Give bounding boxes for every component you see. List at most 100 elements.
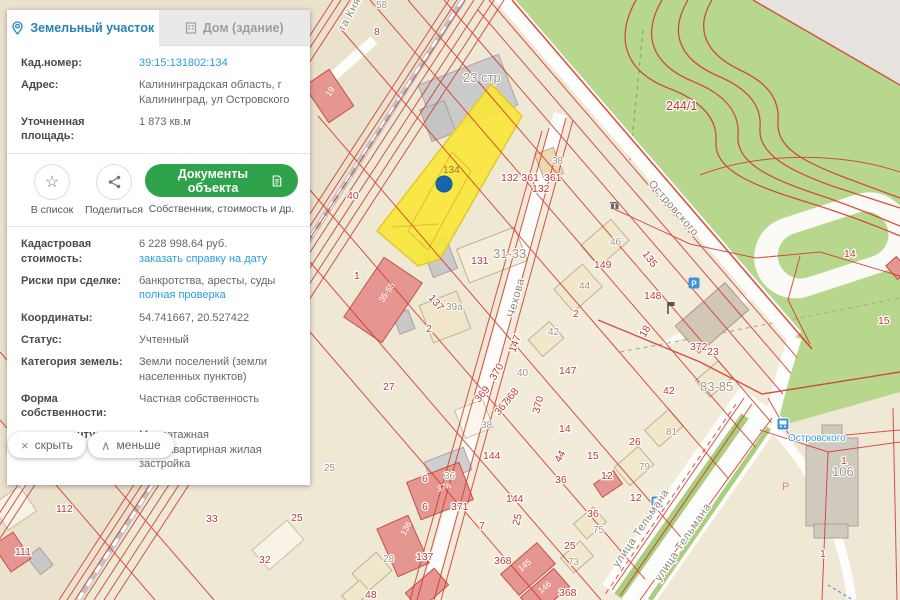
info-row: Уточненная площадь: 1 873 кв.м — [21, 115, 298, 144]
map-label: 42 — [663, 385, 675, 397]
info-row: Кадастровая стоимость: 6 228 998.64 руб.… — [21, 237, 298, 266]
map-label: 28 — [383, 554, 395, 565]
bus-stop-icon[interactable] — [777, 418, 789, 430]
order-certificate-link[interactable]: заказать справку на дату — [139, 252, 267, 266]
map-label: 7 — [479, 520, 485, 532]
building-icon — [185, 22, 197, 34]
map-label: 25 — [291, 512, 303, 524]
parcel-info-panel: Земельный участок Дом (здание) Кад.номер… — [7, 10, 310, 485]
map-label: 25 — [324, 463, 336, 474]
map-label: 48 — [365, 589, 377, 600]
map-label: 368 — [494, 555, 512, 567]
map-label: 83-85 — [700, 379, 733, 394]
map-label: 6 — [422, 473, 428, 485]
collapse-panel-button[interactable]: ∧ меньше — [88, 432, 174, 458]
map-label: 6 — [422, 501, 428, 513]
map-label: 2 — [426, 323, 432, 335]
map-label: 2 — [573, 308, 579, 320]
map-label: 23 стр — [463, 70, 501, 85]
map-label: 131 — [471, 255, 489, 267]
action-bar: ☆ В список Поделиться Документы объекта — [21, 164, 298, 216]
tab-label: Земельный участок — [30, 21, 154, 35]
map-label: 134 — [443, 165, 460, 176]
map-label: Р — [782, 481, 789, 493]
map-label: 144 — [483, 450, 501, 462]
map-label: 371 — [451, 501, 469, 513]
hide-panel-button[interactable]: × скрыть — [8, 432, 86, 458]
map-label: 132 — [532, 183, 550, 195]
add-to-list-button[interactable]: ☆ В список — [21, 164, 83, 216]
map-label: 58 — [376, 0, 388, 11]
map-label: 42 — [548, 327, 560, 338]
map-label: 137 — [416, 551, 434, 563]
map-label: 148 — [644, 290, 662, 302]
map-label: 79 — [639, 462, 651, 473]
map-label: 15 — [587, 450, 599, 462]
map-label: 14 — [844, 248, 856, 260]
map-label: 149 — [594, 259, 612, 271]
map-label: 36 — [587, 508, 599, 520]
map-label: 32 — [259, 554, 271, 566]
map-label: 1 — [841, 455, 847, 467]
map-label: 40 — [347, 190, 359, 202]
close-icon: × — [21, 439, 29, 452]
map-label: 23 — [707, 346, 719, 358]
tab-building[interactable]: Дом (здание) — [159, 10, 311, 46]
docs-caption: Собственник, стоимость и др. — [145, 203, 298, 215]
svg-text:Р: Р — [691, 280, 697, 289]
map-label: 73 — [568, 557, 580, 568]
map-label: 8 — [374, 26, 380, 38]
map-label: 36 — [555, 474, 567, 486]
info-row: Координаты: 54.741667, 20.527422 — [21, 311, 298, 325]
parking-icon: Р — [689, 278, 700, 289]
star-icon: ☆ — [45, 172, 59, 192]
location-pin-icon — [11, 21, 24, 35]
info-row: Статус: Учтенный — [21, 333, 298, 347]
map-label: 147 — [559, 365, 577, 377]
info-row: Адрес: Калининградская область, г Калини… — [21, 78, 298, 107]
info-row: Категория земель: Земли поселений (земли… — [21, 355, 298, 384]
tab-label: Дом (здание) — [203, 21, 284, 35]
app-window: Р та КнязеваОстровскогоЧеховаулица Тельм… — [0, 0, 900, 600]
map-label: 33 — [206, 513, 218, 525]
map-label: 15 — [878, 315, 890, 327]
map-label: 75 — [593, 525, 605, 536]
map-label: 31-33 — [493, 246, 526, 261]
share-icon — [108, 175, 121, 189]
map-label: 26 — [629, 436, 641, 448]
share-button[interactable]: Поделиться — [83, 164, 145, 216]
map-label: 25 — [564, 540, 576, 552]
map-label: 38 — [481, 420, 493, 431]
map-label: 81 — [666, 427, 678, 438]
map-label: 368 — [559, 587, 577, 599]
parcel-marker[interactable] — [436, 176, 452, 192]
info-row: Риски при сделке: банкротства, аресты, с… — [21, 274, 298, 303]
map-label: 1 — [354, 270, 360, 282]
chevron-up-icon: ∧ — [101, 439, 111, 452]
divider — [7, 226, 310, 227]
full-check-link[interactable]: полная проверка — [139, 288, 226, 302]
map-label: 38 — [552, 156, 564, 167]
map-label: 112 — [56, 503, 73, 515]
object-documents-button[interactable]: Документы объекта — [145, 164, 298, 197]
map-label: 27 — [383, 381, 395, 393]
tab-land-parcel[interactable]: Земельный участок — [7, 10, 159, 46]
map-label: Островского — [788, 433, 846, 444]
map-label: 12 — [601, 470, 613, 482]
map-label: 1 — [820, 548, 826, 560]
info-row: Форма собственности: Частная собственнос… — [21, 392, 298, 421]
map-label: 244/1 — [666, 99, 697, 113]
map-label: 46 — [610, 237, 622, 248]
map-label: 39а — [446, 302, 463, 313]
cadastral-number-link[interactable]: 39:15:131802:134 — [139, 56, 228, 70]
map-label: 12 — [630, 492, 642, 504]
panel-tabs: Земельный участок Дом (здание) — [7, 10, 310, 46]
map-label: 111 — [15, 546, 31, 558]
map-label: 372 — [690, 341, 708, 353]
map-label: 144 — [506, 493, 524, 505]
map-label: 44 — [579, 281, 591, 292]
map-label: 14 — [559, 423, 571, 435]
document-icon — [272, 174, 282, 188]
map-label: 40 — [517, 368, 529, 379]
info-row: Кад.номер: 39:15:131802:134 — [21, 56, 298, 70]
